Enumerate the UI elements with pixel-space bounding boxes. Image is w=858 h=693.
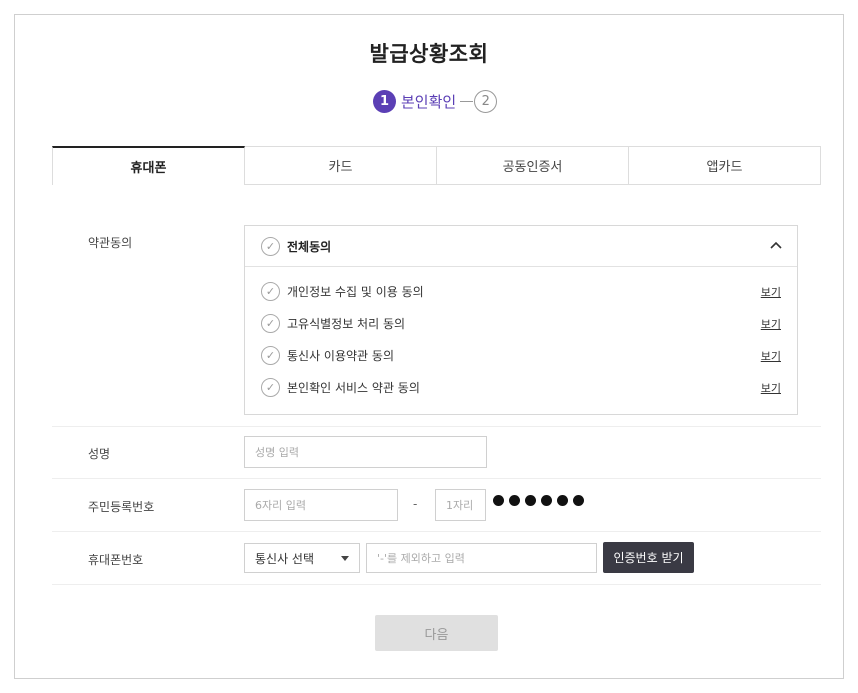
- divider: [52, 426, 821, 427]
- step-connector: [460, 100, 474, 102]
- step-2-badge: 2: [474, 89, 498, 113]
- chevron-up-icon[interactable]: [769, 238, 783, 252]
- check-icon[interactable]: ✓: [261, 314, 280, 333]
- terms-row-label: 약관동의: [88, 236, 133, 250]
- term-view-link[interactable]: 보기: [761, 380, 781, 396]
- step-1-badge: 1: [373, 89, 396, 113]
- resident-back-input[interactable]: 1자리: [435, 489, 486, 521]
- term-view-link[interactable]: 보기: [761, 284, 781, 300]
- term-label: 고유식별정보 처리 동의: [287, 317, 406, 331]
- term-item-unique-id: ✓ 고유식별정보 처리 동의 보기: [261, 314, 781, 333]
- tab-card[interactable]: 카드: [245, 146, 437, 185]
- term-view-link[interactable]: 보기: [761, 316, 781, 332]
- mask-dot: [541, 495, 552, 506]
- masked-digits: [493, 495, 584, 506]
- mask-dot: [573, 495, 584, 506]
- resident-number-label: 주민등록번호: [88, 500, 155, 514]
- tab-phone[interactable]: 휴대폰: [52, 146, 245, 185]
- mask-dot: [525, 495, 536, 506]
- name-input[interactable]: 성명 입력: [244, 436, 487, 468]
- page-title: 발급상황조회: [369, 42, 489, 66]
- mask-dot: [509, 495, 520, 506]
- mask-dot: [557, 495, 568, 506]
- terms-box: ✓ 전체동의 ✓ 개인정보 수집 및 이용 동의 보기 ✓ 고유식별정보 처리 …: [244, 225, 798, 415]
- term-label: 본인확인 서비스 약관 동의: [287, 381, 420, 395]
- name-label: 성명: [88, 447, 111, 461]
- step-1-label: 본인확인: [401, 92, 457, 111]
- check-icon[interactable]: ✓: [261, 282, 280, 301]
- auth-method-tabs: 휴대폰 카드 공동인증서 앱카드: [52, 146, 821, 185]
- mask-dot: [493, 495, 504, 506]
- step-indicator: 1 본인확인 2: [373, 89, 498, 113]
- carrier-select-value: 통신사 선택: [255, 551, 315, 566]
- carrier-select[interactable]: 통신사 선택: [244, 543, 360, 573]
- term-item-carrier: ✓ 통신사 이용약관 동의 보기: [261, 346, 781, 365]
- divider: [52, 531, 821, 532]
- tab-certificate[interactable]: 공동인증서: [437, 146, 629, 185]
- check-icon[interactable]: ✓: [261, 236, 280, 256]
- term-label: 통신사 이용약관 동의: [287, 349, 394, 363]
- next-button[interactable]: 다음: [375, 615, 498, 651]
- term-item-verification: ✓ 본인확인 서비스 약관 동의 보기: [261, 378, 781, 397]
- term-label: 개인정보 수집 및 이용 동의: [287, 285, 424, 299]
- divider: [52, 478, 821, 479]
- caret-down-icon: [341, 556, 349, 561]
- tab-app-card[interactable]: 앱카드: [629, 146, 821, 185]
- request-code-button[interactable]: 인증번호 받기: [603, 542, 694, 573]
- check-icon[interactable]: ✓: [261, 378, 280, 397]
- check-icon[interactable]: ✓: [261, 346, 280, 365]
- term-item-privacy: ✓ 개인정보 수집 및 이용 동의 보기: [261, 282, 781, 301]
- term-view-link[interactable]: 보기: [761, 348, 781, 364]
- phone-number-label: 휴대폰번호: [88, 553, 144, 567]
- terms-all-agree[interactable]: ✓ 전체동의: [245, 226, 797, 267]
- phone-number-input[interactable]: '-'를 제외하고 입력: [366, 543, 597, 573]
- divider: [52, 584, 821, 585]
- terms-all-label: 전체동의: [287, 239, 332, 254]
- resident-front-input[interactable]: 6자리 입력: [244, 489, 398, 521]
- resident-separator: -: [413, 497, 418, 511]
